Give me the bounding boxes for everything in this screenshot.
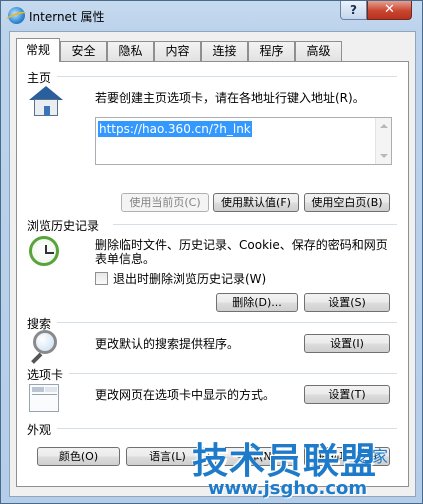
magnifier-icon (29, 330, 59, 364)
home-page-url-value: https://hao.360.cn/?h_lnk (98, 121, 252, 137)
history-description-line2: 表单信息。 (95, 252, 156, 266)
tabs-settings-button[interactable]: 设置(T) (304, 385, 390, 404)
tab-advanced[interactable]: 高级 (295, 41, 342, 61)
watermark-tag: 之家 (356, 447, 389, 466)
delete-history-button[interactable]: 删除(D)... (216, 293, 298, 312)
history-group-title: 浏览历史记录 (27, 219, 100, 233)
scroll-down-arrow-icon[interactable] (380, 154, 388, 158)
title-bar[interactable]: Internet 属性 ? ✕ (1, 1, 422, 31)
tab-privacy[interactable]: 隐私 (107, 41, 154, 61)
help-button[interactable]: ? (340, 1, 367, 20)
dialog-client-area: 常规 安全 隐私 内容 连接 程序 高级 主页 若要创建主页选项卡，请在各地址行… (9, 31, 416, 497)
appearance-group-title: 外观 (27, 423, 52, 437)
delete-on-exit-checkbox[interactable] (95, 272, 108, 285)
watermark-url: www.jsgho.com (208, 478, 368, 499)
search-description: 更改默认的搜索提供程序。 (95, 337, 240, 351)
group-divider (57, 76, 397, 77)
tab-security[interactable]: 安全 (60, 41, 107, 61)
window-title: Internet 属性 (29, 10, 105, 24)
delete-on-exit-label[interactable]: 退出时删除浏览历史记录(W) (113, 272, 266, 286)
tabs-group-title: 选项卡 (27, 368, 64, 382)
colors-button[interactable]: 颜色(O) (37, 447, 120, 466)
tab-general[interactable]: 常规 (16, 38, 60, 62)
home-icon (29, 86, 63, 118)
use-current-button[interactable]: 使用当前页(C) (121, 193, 209, 212)
tabs-description: 更改网页在选项卡中显示的方式。 (95, 388, 276, 402)
tab-content[interactable]: 内容 (154, 41, 201, 61)
home-page-group-title: 主页 (27, 71, 52, 85)
textarea-scrollbar[interactable] (375, 118, 391, 164)
group-divider (113, 224, 397, 225)
history-description-line1: 删除临时文件、历史记录、Cookie、保存的密码和网页 (95, 238, 388, 252)
internet-explorer-icon (8, 7, 25, 24)
tab-programs[interactable]: 程序 (248, 41, 295, 61)
group-divider (57, 322, 397, 323)
history-clock-icon (29, 236, 59, 266)
use-blank-button[interactable]: 使用空白页(B) (304, 193, 390, 212)
watermark-logo-text: 技术员联盟 (192, 441, 378, 482)
dialog-window: Internet 属性 ? ✕ 常规 安全 隐私 内容 连接 程序 高级 主页 … (0, 0, 423, 504)
search-settings-button[interactable]: 设置(I) (304, 334, 390, 353)
tab-connections[interactable]: 连接 (201, 41, 248, 61)
use-default-button[interactable]: 使用默认值(F) (213, 193, 299, 212)
close-button[interactable]: ✕ (367, 1, 412, 20)
scroll-up-arrow-icon[interactable] (380, 124, 388, 128)
history-settings-button[interactable]: 设置(S) (304, 293, 390, 312)
home-page-description: 若要创建主页选项卡，请在各地址行键入地址(R)。 (95, 91, 365, 105)
browser-tabs-icon (29, 384, 59, 412)
group-divider (57, 428, 397, 429)
general-tab-panel: 主页 若要创建主页选项卡，请在各地址行键入地址(R)。 https://hao.… (16, 61, 409, 487)
group-divider (69, 373, 397, 374)
home-page-url-textarea[interactable]: https://hao.360.cn/?h_lnk (95, 117, 392, 165)
